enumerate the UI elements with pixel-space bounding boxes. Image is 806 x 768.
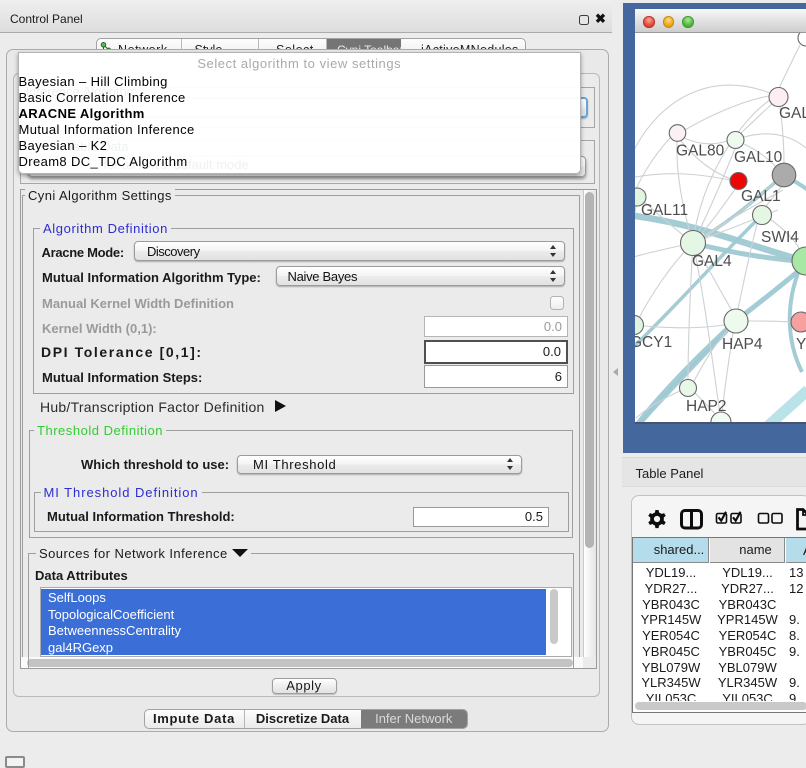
svg-text:GAL80: GAL80 (676, 143, 725, 160)
svg-text:HAP2: HAP2 (686, 398, 727, 415)
svg-text:SWI4: SWI4 (761, 229, 799, 246)
svg-text:GAL10: GAL10 (734, 149, 783, 166)
svg-text:GAL2: GAL2 (779, 105, 806, 122)
svg-text:GAL11: GAL11 (641, 202, 688, 219)
svg-text:HAP4: HAP4 (722, 336, 763, 353)
svg-text:YB: YB (796, 336, 806, 353)
svg-text:GAL1: GAL1 (741, 188, 781, 205)
svg-text:GAL4: GAL4 (692, 253, 732, 270)
svg-text:GCY1: GCY1 (635, 334, 673, 351)
